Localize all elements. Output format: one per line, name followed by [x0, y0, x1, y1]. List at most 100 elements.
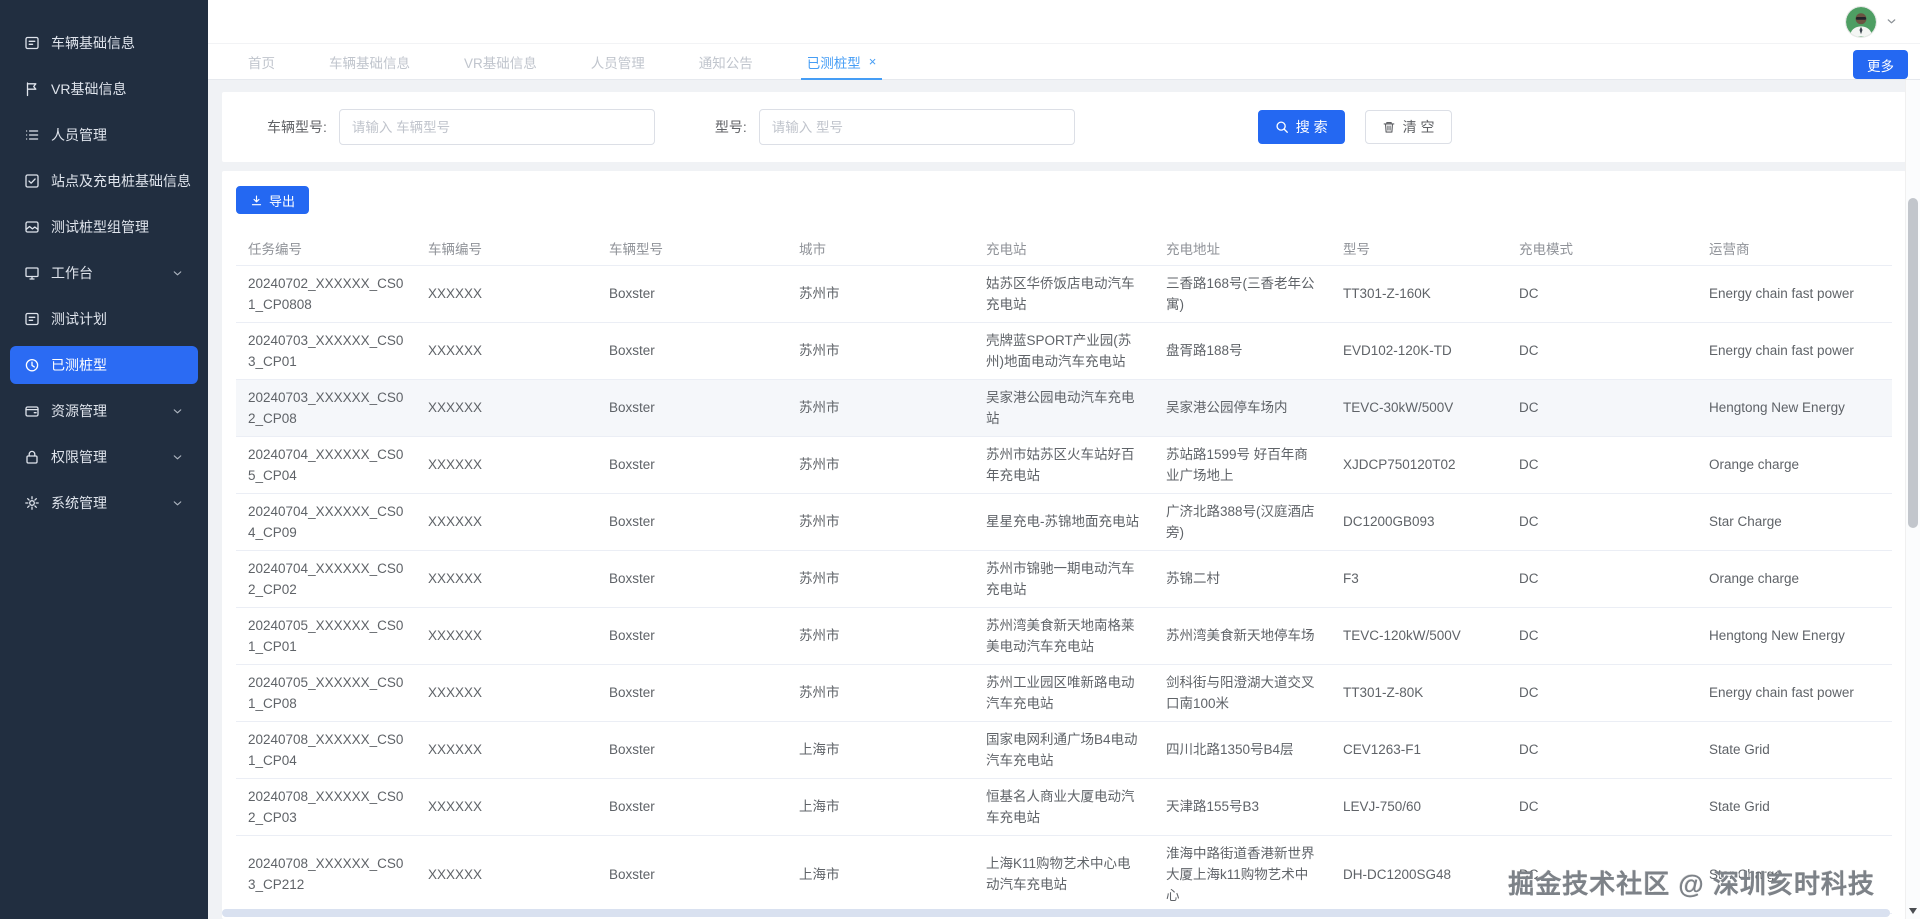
- table-cell: Star Charge: [1697, 835, 1892, 914]
- tab-label: 通知公告: [698, 55, 753, 71]
- gear-icon: [24, 495, 41, 512]
- sidebar-item[interactable]: 已测桩型: [10, 346, 198, 384]
- table-cell: TT301-Z-80K: [1331, 664, 1507, 722]
- table-card: 导出 任务编号 车辆编号 车辆型号 城市 充电站 充电地址 型号 充电模式 运营商 202407…: [222, 171, 1906, 919]
- chevron-down-icon: [171, 405, 184, 418]
- column-header-label: 运营商: [1709, 241, 1750, 257]
- table-cell: DC: [1507, 721, 1697, 779]
- table-cell: DC: [1507, 550, 1697, 608]
- table-cell: 苏锦二村: [1154, 550, 1331, 608]
- search-form: 车辆型号: 型号: 搜 索 清 空: [222, 92, 1906, 162]
- field-label: 车辆型号:: [267, 119, 327, 135]
- close-icon[interactable]: ×: [869, 55, 877, 68]
- table-row[interactable]: 20240704_XXXXXX_CS04_CP09 XXXXXX Boxster 苏州…: [236, 493, 1892, 551]
- column-header[interactable]: 型号: [1331, 231, 1507, 266]
- table-cell: 姑苏区华侨饭店电动汽车充电站: [974, 265, 1154, 323]
- tab[interactable]: 车辆基础信息: [329, 44, 410, 79]
- search-button[interactable]: 搜 索: [1257, 110, 1345, 144]
- history-icon: [24, 357, 41, 374]
- table-cell: XXXXXX: [416, 835, 597, 914]
- sidebar-item-label: 站点及充电桩基础信息: [51, 173, 191, 189]
- table-row[interactable]: 20240708_XXXXXX_CS03_CP212 XXXXXX Boxster 上…: [236, 835, 1892, 914]
- doc-edit-icon: [24, 311, 41, 328]
- avatar[interactable]: [1846, 6, 1876, 37]
- tab[interactable]: VR基础信息: [464, 44, 537, 79]
- text-input[interactable]: [758, 109, 1075, 145]
- column-header[interactable]: 充电站: [974, 231, 1154, 266]
- column-header[interactable]: 车辆编号: [416, 231, 597, 266]
- sidebar-item[interactable]: 工作台: [10, 254, 198, 292]
- table-row[interactable]: 20240704_XXXXXX_CS02_CP02 XXXXXX Boxster 苏州…: [236, 550, 1892, 608]
- column-header[interactable]: 充电地址: [1154, 231, 1331, 266]
- vertical-scrollbar[interactable]: [1905, 80, 1920, 919]
- chevron-down-icon[interactable]: [1885, 15, 1898, 28]
- tab[interactable]: 首页: [248, 44, 275, 79]
- table-cell: Energy chain fast power: [1697, 664, 1892, 722]
- table-cell: XXXXXX: [416, 778, 597, 836]
- top-header: [208, 0, 1920, 44]
- chevron-down-icon: [171, 497, 184, 510]
- table-cell: Boxster: [597, 322, 787, 380]
- more-button[interactable]: 更多: [1853, 50, 1908, 79]
- table-cell: Energy chain fast power: [1697, 265, 1892, 323]
- clear-button[interactable]: 清 空: [1364, 110, 1452, 144]
- trash-icon: [1382, 120, 1396, 134]
- sidebar-item[interactable]: 权限管理: [10, 438, 198, 476]
- sidebar-item[interactable]: 资源管理: [10, 392, 198, 430]
- sidebar-item[interactable]: 系统管理: [10, 484, 198, 522]
- table-row[interactable]: 20240703_XXXXXX_CS02_CP08 XXXXXX Boxster 苏州…: [236, 379, 1892, 437]
- tab[interactable]: 已测桩型 ×: [800, 44, 882, 80]
- column-header[interactable]: 城市: [787, 231, 974, 266]
- export-button[interactable]: 导出: [236, 186, 310, 214]
- table-cell: Star Charge: [1697, 493, 1892, 551]
- sidebar-item[interactable]: 人员管理: [10, 116, 198, 154]
- table-cell: 苏站路1599号 好百年商业广场地上: [1154, 436, 1331, 494]
- tab[interactable]: 人员管理: [591, 44, 645, 79]
- column-header[interactable]: 运营商: [1697, 231, 1892, 266]
- column-header[interactable]: 充电模式: [1507, 231, 1697, 266]
- sidebar-item[interactable]: 测试桩型组管理: [10, 208, 198, 246]
- table-row[interactable]: 20240705_XXXXXX_CS01_CP01 XXXXXX Boxster 苏州…: [236, 607, 1892, 665]
- table-cell: 20240704_XXXXXX_CS04_CP09: [236, 493, 416, 551]
- text-input[interactable]: [338, 109, 655, 145]
- scrollbar-down-arrow[interactable]: [1909, 908, 1917, 914]
- sidebar-item[interactable]: 车辆基础信息: [10, 24, 198, 62]
- table-row[interactable]: 20240708_XXXXXX_CS02_CP03 XXXXXX Boxster 上海…: [236, 778, 1892, 836]
- table-cell: 国家电网利通广场B4电动汽车充电站: [974, 721, 1154, 779]
- table-cell: 苏州市: [787, 493, 974, 551]
- column-header[interactable]: 任务编号: [236, 231, 416, 266]
- table-cell: 20240703_XXXXXX_CS03_CP01: [236, 322, 416, 380]
- sidebar-item-label: 测试桩型组管理: [51, 219, 149, 235]
- table-cell: Boxster: [597, 721, 787, 779]
- column-header-label: 城市: [799, 241, 826, 257]
- table-row[interactable]: 20240703_XXXXXX_CS03_CP01 XXXXXX Boxster 苏州…: [236, 322, 1892, 380]
- horizontal-scrollbar[interactable]: [222, 909, 1890, 917]
- column-header[interactable]: 车辆型号: [597, 231, 787, 266]
- table-cell: 淮海中路街道香港新世界大厦上海k11购物艺术中心: [1154, 835, 1331, 914]
- sidebar-item[interactable]: 站点及充电桩基础信息: [10, 162, 198, 200]
- table-body: 20240702_XXXXXX_CS01_CP0808 XXXXXX Boxster…: [236, 265, 1892, 919]
- sidebar-item[interactable]: VR基础信息: [10, 70, 198, 108]
- table-cell: F3: [1331, 550, 1507, 608]
- table-cell: Boxster: [597, 493, 787, 551]
- table-cell: Hengtong New Energy: [1697, 607, 1892, 665]
- tab[interactable]: 通知公告: [699, 44, 753, 79]
- table-cell: 壳牌蓝SPORT产业园(苏州)地面电动汽车充电站: [974, 322, 1154, 380]
- table-cell: Hengtong New Energy: [1697, 379, 1892, 437]
- table-cell: 苏州市: [787, 664, 974, 722]
- table-cell: Boxster: [597, 265, 787, 323]
- table-row[interactable]: 20240702_XXXXXX_CS01_CP0808 XXXXXX Boxster…: [236, 265, 1892, 323]
- table-row[interactable]: 20240704_XXXXXX_CS05_CP04 XXXXXX Boxster 苏州…: [236, 436, 1892, 494]
- sidebar-item-label: 已测桩型: [51, 357, 107, 373]
- table-row[interactable]: 20240705_XXXXXX_CS01_CP08 XXXXXX Boxster 苏州…: [236, 664, 1892, 722]
- table-cell: 苏州市姑苏区火车站好百年充电站: [974, 436, 1154, 494]
- table-cell: 20240708_XXXXXX_CS02_CP03: [236, 778, 416, 836]
- scrollbar-thumb[interactable]: [1908, 198, 1918, 528]
- table-cell: 苏州市: [787, 379, 974, 437]
- table-row[interactable]: 20240708_XXXXXX_CS01_CP04 XXXXXX Boxster 上海…: [236, 721, 1892, 779]
- sidebar-item-label: 测试计划: [51, 311, 107, 327]
- table-cell: Boxster: [597, 607, 787, 665]
- sidebar-item[interactable]: 测试计划: [10, 300, 198, 338]
- column-header-label: 充电站: [986, 241, 1027, 257]
- wallet-icon: [24, 403, 41, 420]
